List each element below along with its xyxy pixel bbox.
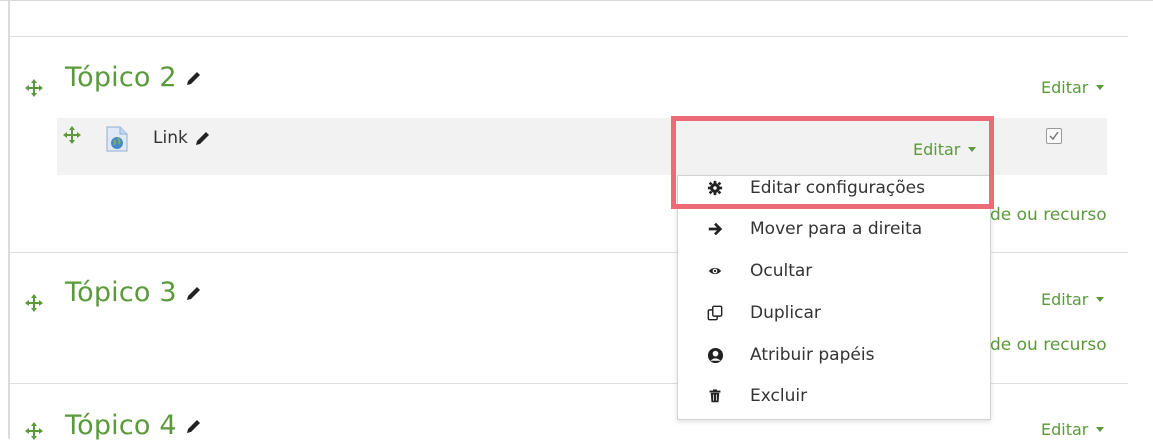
eye-icon [706,262,724,280]
completion-checkbox[interactable] [1046,128,1062,144]
menu-item-edit-settings[interactable]: Editar configurações [678,169,990,207]
arrow-right-icon [706,220,724,238]
caret-down-icon [1096,297,1105,302]
add-activity-link[interactable]: de ou recurso [990,205,1107,225]
menu-item-label: Atribuir papéis [750,345,875,365]
section-title: Tópico 3 [65,277,203,308]
section-title-text[interactable]: Tópico 2 [65,62,177,93]
move-icon[interactable] [24,421,44,441]
menu-item-delete[interactable]: Excluir [678,377,990,415]
frame-left-border [8,0,10,439]
menu-item-duplicate[interactable]: Duplicar [678,294,990,332]
activity-edit-label: Editar [913,140,961,159]
duplicate-icon [706,304,724,322]
section-edit-menu[interactable]: Editar [1041,290,1105,309]
pencil-icon[interactable] [194,129,212,147]
menu-item-move-right[interactable]: Mover para a direita [678,210,990,248]
check-icon [1049,131,1059,141]
move-icon[interactable] [62,125,82,145]
menu-item-label: Excluir [750,386,808,406]
menu-item-hide[interactable]: Ocultar [678,252,990,290]
frame-top-border [0,0,1153,1]
caret-down-icon [1096,85,1105,90]
pencil-icon[interactable] [185,284,203,302]
section-title-text[interactable]: Tópico 4 [65,410,177,441]
section-edit-label: Editar [1041,78,1089,97]
section-title: Tópico 4 [65,410,203,441]
user-icon [706,346,724,364]
section-title-text[interactable]: Tópico 3 [65,277,177,308]
menu-item-label: Ocultar [750,261,813,281]
pencil-icon[interactable] [185,69,203,87]
pencil-icon[interactable] [185,417,203,435]
menu-item-assign-roles[interactable]: Atribuir papéis [678,336,990,374]
activity-edit-menu[interactable]: Editar [913,140,977,159]
caret-down-icon [968,147,977,152]
menu-item-label: Duplicar [750,303,821,323]
trash-icon [706,387,724,405]
caret-down-icon [1096,427,1105,432]
add-activity-link[interactable]: de ou recurso [990,335,1107,355]
section-title: Tópico 2 [65,62,203,93]
section-edit-label: Editar [1041,420,1089,439]
menu-item-label: Mover para a direita [750,219,923,239]
menu-item-label: Editar configurações [750,178,925,198]
move-icon[interactable] [24,293,44,313]
url-resource-icon [106,126,128,152]
section-edit-menu[interactable]: Editar [1041,420,1105,439]
activity-name: Link [153,128,212,148]
gear-icon [706,179,724,197]
section-divider [10,36,1128,37]
move-icon[interactable] [24,78,44,98]
section-edit-label: Editar [1041,290,1089,309]
activity-link[interactable]: Link [153,128,188,148]
activity-action-menu: Editar configurações Mover para a direit… [677,175,991,420]
section-edit-menu[interactable]: Editar [1041,78,1105,97]
